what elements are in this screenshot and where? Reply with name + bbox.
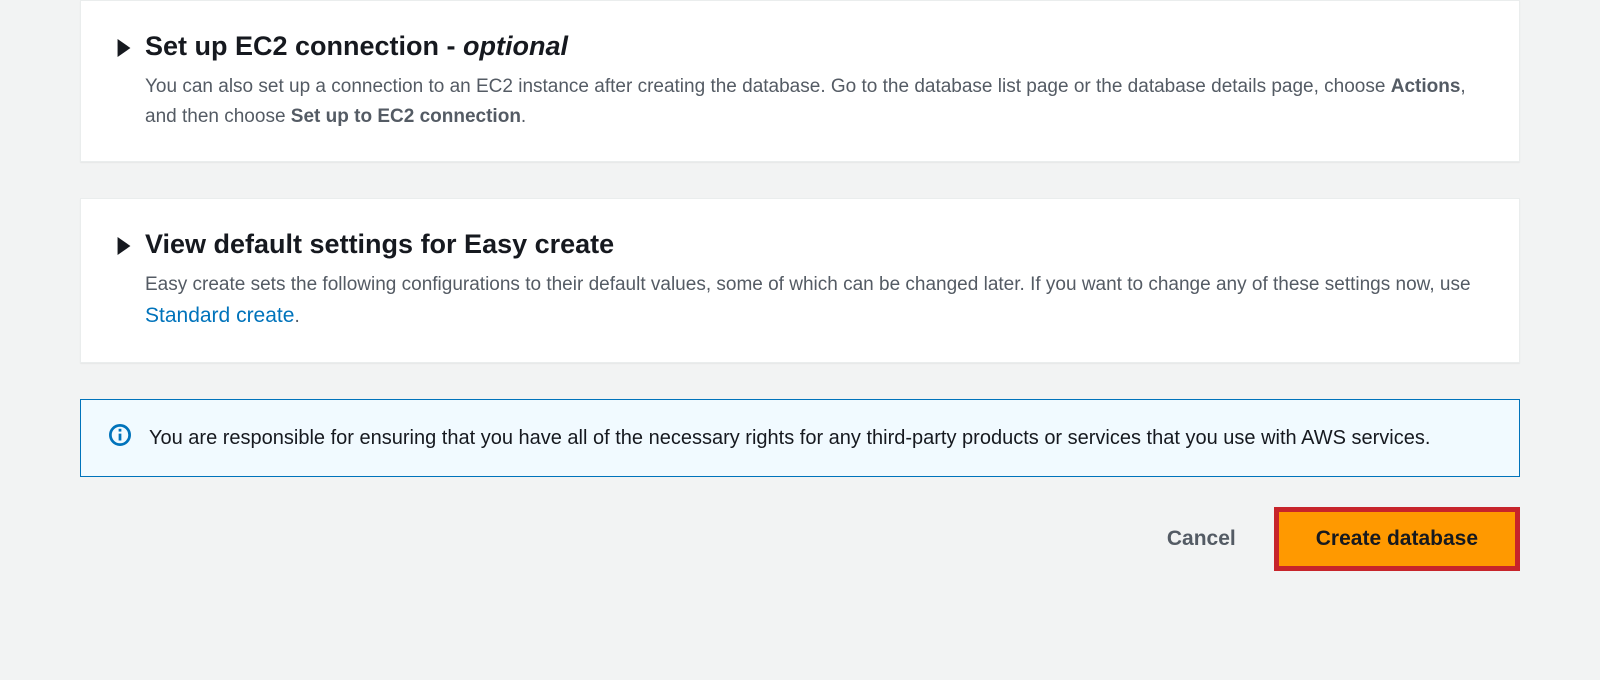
ec2-panel-title: Set up EC2 connection - optional (145, 29, 568, 64)
ec2-panel-description: You can also set up a connection to an E… (145, 72, 1483, 131)
defaults-panel-description: Easy create sets the following configura… (145, 270, 1483, 332)
action-button-row: Cancel Create database (80, 507, 1520, 571)
ec2-connection-panel: Set up EC2 connection - optional You can… (80, 0, 1520, 162)
defaults-panel-title: View default settings for Easy create (145, 227, 614, 262)
standard-create-link[interactable]: Standard create (145, 304, 294, 327)
info-text: You are responsible for ensuring that yo… (149, 422, 1430, 454)
cancel-button[interactable]: Cancel (1157, 513, 1246, 565)
create-button-highlight: Create database (1274, 507, 1520, 571)
default-settings-panel: View default settings for Easy create Ea… (80, 198, 1520, 363)
create-database-button[interactable]: Create database (1279, 512, 1515, 566)
responsibility-info-box: You are responsible for ensuring that yo… (80, 399, 1520, 477)
expand-caret-icon[interactable] (117, 39, 131, 62)
ec2-title-main: Set up EC2 connection - (145, 31, 463, 61)
ec2-title-optional: optional (463, 31, 568, 61)
info-icon (109, 424, 131, 451)
expand-caret-icon[interactable] (117, 237, 131, 260)
